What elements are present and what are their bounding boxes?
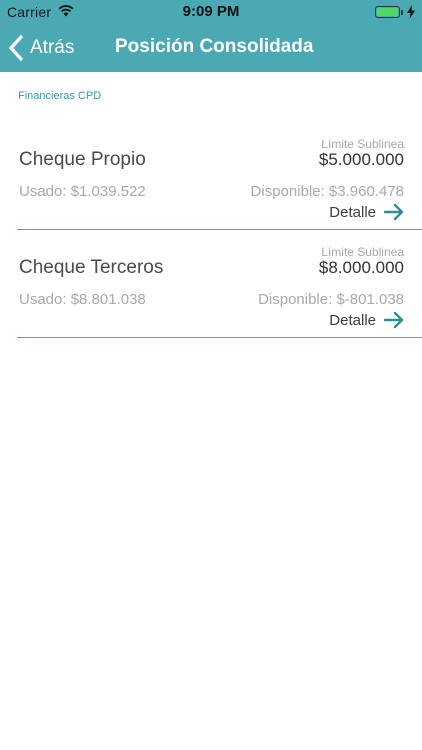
limit-value: $8.000.000 [318,258,404,277]
used-amount: Usado: $8.801.038 [19,291,146,308]
battery-icon [375,6,403,18]
available-amount: Disponible: $3.960.478 [250,183,404,200]
list-item: Límite Sublinea $5.000.000 Cheque Propio… [17,126,422,230]
detail-button[interactable]: Detalle [329,203,404,221]
back-button[interactable]: Atrás [8,31,74,65]
chevron-left-icon [9,35,23,61]
limit-value: $5.000.000 [318,150,404,169]
charging-bolt-icon [407,5,415,19]
limit-label: Límite Sublinea [321,245,404,259]
back-button-label: Atrás [30,37,75,58]
product-name: Cheque Propio [19,149,146,170]
battery-tip [401,10,403,15]
clock: 9:09 PM [182,3,240,20]
navigation-bar: Atrás Posición Consolidada [0,24,422,72]
section-label: Financieras CPD [18,90,102,102]
app-screen: Carrier 9:09 PM Atrás Posición Consolida… [0,0,422,750]
battery-level [377,8,398,16]
used-amount: Usado: $1.039.522 [19,183,146,200]
limit-label: Límite Sublinea [321,137,404,151]
top-bar: Carrier 9:09 PM Atrás Posición Consolida… [0,0,422,72]
list-item: Límite Sublinea $8.000.000 Cheque Tercer… [17,234,422,338]
product-name: Cheque Terceros [19,257,164,278]
available-amount: Disponible: $-801.038 [258,291,404,308]
arrow-right-icon [384,203,404,221]
arrow-right-icon [384,311,404,329]
page-title: Posición Consolidada [115,36,314,57]
detail-label: Detalle [329,311,376,329]
detail-button[interactable]: Detalle [329,311,404,329]
detail-label: Detalle [329,203,376,221]
status-bar: Carrier 9:09 PM [0,0,422,24]
